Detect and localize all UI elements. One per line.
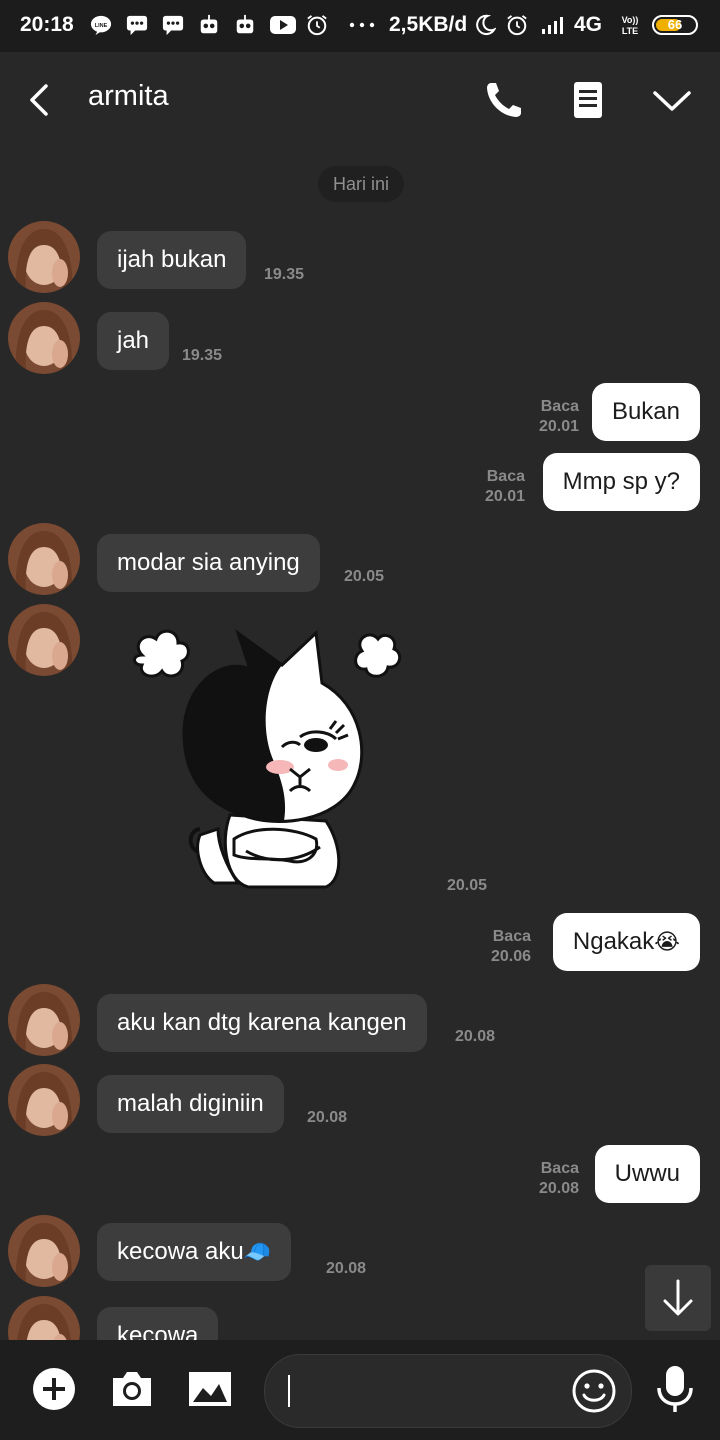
network-speed: 2,5KB/d bbox=[389, 13, 468, 36]
chat-icon bbox=[162, 15, 184, 36]
read-receipt: Baca 20.06 bbox=[490, 928, 531, 965]
avatar[interactable] bbox=[8, 302, 80, 374]
avatar[interactable] bbox=[8, 221, 80, 293]
svg-text:Vo)): Vo)) bbox=[622, 15, 639, 25]
composer-bar bbox=[0, 1340, 720, 1440]
message-time: 19.35 bbox=[264, 266, 305, 283]
notes-icon[interactable] bbox=[566, 78, 610, 122]
text-caret bbox=[288, 1375, 290, 1407]
crying-emoji: 😭 bbox=[654, 929, 680, 954]
cap-emoji: 🧢 bbox=[243, 1239, 272, 1264]
incoming-message[interactable]: modar sia anying bbox=[97, 534, 320, 592]
emoji-icon[interactable] bbox=[571, 1368, 617, 1414]
message-time: 20.05 bbox=[447, 877, 488, 894]
battery-icon: 66 bbox=[652, 15, 698, 35]
camera-icon[interactable] bbox=[109, 1366, 155, 1412]
avatar[interactable] bbox=[8, 523, 80, 595]
back-icon[interactable] bbox=[18, 78, 62, 122]
network-type: 4G bbox=[574, 13, 603, 36]
avatar[interactable] bbox=[8, 984, 80, 1056]
svg-text:LINE: LINE bbox=[95, 23, 108, 29]
incoming-message[interactable]: ijah bukan bbox=[97, 231, 247, 289]
mic-icon[interactable] bbox=[653, 1364, 697, 1414]
outgoing-message[interactable]: Bukan bbox=[591, 383, 700, 441]
angry-cat-sticker[interactable] bbox=[130, 625, 405, 893]
outgoing-message[interactable]: Mmp sp y? bbox=[542, 453, 700, 511]
moon-icon bbox=[476, 14, 496, 36]
clock: 20:18 bbox=[20, 13, 74, 36]
outgoing-message[interactable]: Ngakak😭 bbox=[552, 913, 700, 971]
message-time: 20.08 bbox=[455, 1028, 496, 1045]
message-time: 20.08 bbox=[307, 1109, 348, 1126]
svg-text:LTE: LTE bbox=[622, 26, 638, 36]
gallery-icon[interactable] bbox=[187, 1366, 233, 1412]
incoming-message[interactable]: malah diginiin bbox=[97, 1075, 284, 1133]
more-icon bbox=[349, 22, 375, 28]
avatar[interactable] bbox=[8, 604, 80, 676]
message-time: 20.08 bbox=[326, 1260, 367, 1277]
message-time: 19.35 bbox=[182, 347, 223, 364]
chevron-down-icon[interactable] bbox=[650, 78, 694, 122]
read-receipt: Baca 20.01 bbox=[538, 398, 579, 435]
date-separator: Hari ini bbox=[318, 166, 404, 202]
battery-percent: 66 bbox=[667, 17, 683, 32]
message-input[interactable] bbox=[264, 1354, 632, 1428]
incoming-message[interactable]: kecowa bbox=[97, 1307, 219, 1340]
alarm-icon bbox=[507, 15, 527, 36]
incoming-message[interactable]: jah bbox=[97, 312, 170, 370]
robot-icon bbox=[200, 14, 218, 34]
line-icon: LINE bbox=[90, 15, 112, 36]
read-receipt: Baca 20.08 bbox=[538, 1160, 579, 1197]
arrow-down-icon bbox=[663, 1279, 693, 1316]
avatar[interactable] bbox=[8, 1296, 80, 1340]
alarm-icon bbox=[307, 15, 327, 36]
signal-icon bbox=[542, 17, 563, 34]
read-receipt: Baca 20.01 bbox=[484, 468, 525, 505]
volte-icon: Vo))LTE bbox=[622, 15, 639, 36]
message-time: 20.05 bbox=[344, 568, 385, 585]
incoming-message[interactable]: kecowa aku🧢 bbox=[97, 1223, 292, 1281]
robot-icon bbox=[236, 14, 254, 34]
contact-name[interactable]: armita bbox=[88, 80, 169, 113]
outgoing-message[interactable]: Uwwu bbox=[594, 1145, 700, 1203]
avatar[interactable] bbox=[8, 1215, 80, 1287]
avatar[interactable] bbox=[8, 1064, 80, 1136]
chat-icon bbox=[126, 15, 148, 36]
add-icon[interactable] bbox=[31, 1366, 77, 1412]
chat-header: armita bbox=[0, 52, 720, 146]
incoming-message[interactable]: aku kan dtg karena kangen bbox=[97, 994, 427, 1052]
youtube-icon bbox=[270, 16, 296, 34]
status-bar: 20:18 LINE 2,5KB/d 4G Vo)) LTE 66 bbox=[0, 0, 720, 52]
phone-icon[interactable] bbox=[482, 78, 526, 122]
scroll-to-bottom-button[interactable] bbox=[645, 1265, 711, 1331]
message-row-partial: kecowa bbox=[0, 1296, 720, 1340]
